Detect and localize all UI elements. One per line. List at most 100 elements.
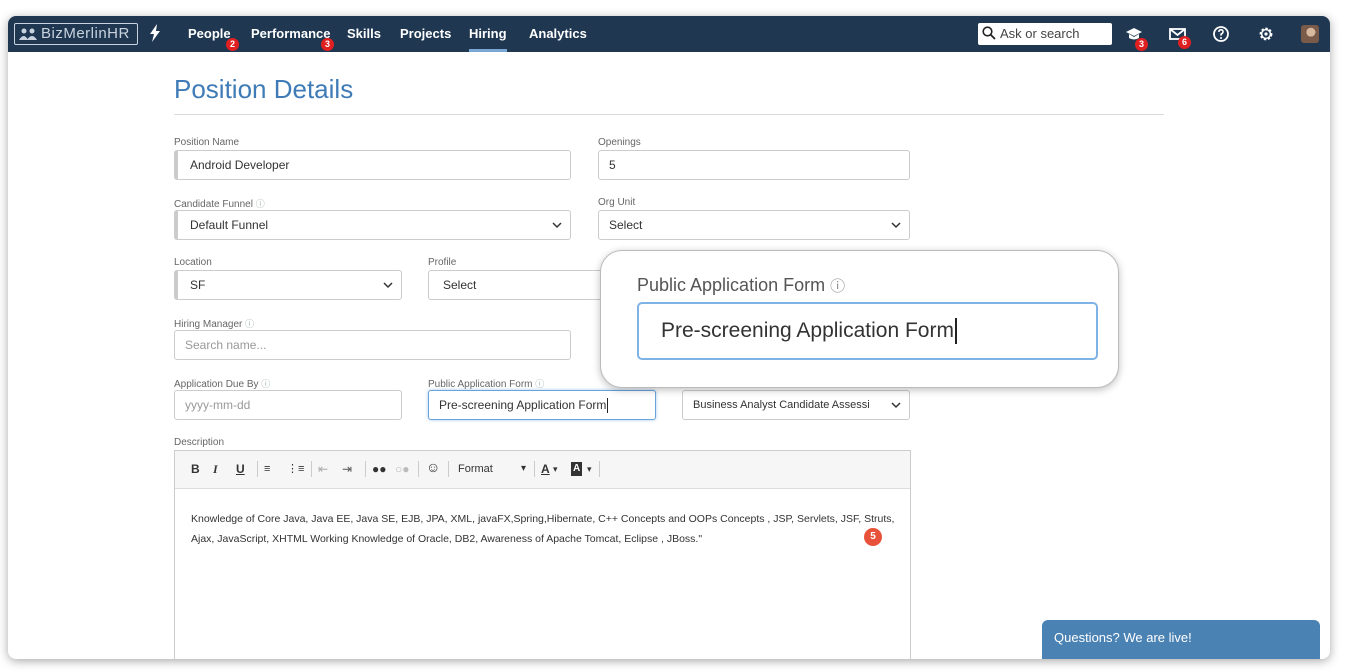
callout-field: Pre-screening Application Form: [637, 302, 1098, 360]
description-text[interactable]: Knowledge of Core Java, Java EE, Java SE…: [191, 509, 901, 549]
text-color-icon[interactable]: A: [541, 462, 550, 476]
step-marker: 5: [864, 528, 882, 546]
profile-value: Select: [443, 278, 477, 292]
chevron-down-icon: [552, 222, 562, 229]
top-navigation: BizMerlinHR People 2 Performance 3 Skill…: [8, 16, 1330, 52]
indent-icon[interactable]: ⇥: [342, 462, 352, 476]
candidate-funnel-label: Candidate Funnel ⓘ: [174, 197, 265, 210]
logo-text: BizMerlinHR: [41, 25, 130, 42]
hiring-manager-input[interactable]: Search name...: [174, 330, 571, 360]
description-label: Description: [174, 437, 225, 448]
lightning-icon[interactable]: [149, 24, 161, 42]
performance-badge: 3: [321, 38, 334, 51]
nav-projects[interactable]: Projects: [400, 16, 451, 52]
position-name-input[interactable]: Android Developer: [174, 150, 571, 180]
nav-hiring[interactable]: Hiring: [469, 16, 507, 52]
assessment-value: Business Analyst Candidate Assessi: [693, 399, 870, 411]
underline-button[interactable]: U: [236, 462, 245, 476]
help-icon[interactable]: ⓘ: [261, 379, 270, 389]
search-placeholder: Ask or search: [1000, 26, 1080, 41]
bold-button[interactable]: B: [191, 462, 200, 476]
candidate-funnel-select[interactable]: Default Funnel: [174, 210, 571, 240]
callout-label-text: Public Application Form: [637, 275, 826, 295]
location-value: SF: [190, 278, 206, 292]
help-icon[interactable]: [1212, 25, 1230, 43]
org-unit-select[interactable]: Select: [598, 210, 910, 240]
background-color-icon[interactable]: A: [571, 462, 583, 476]
chevron-down-icon: [383, 282, 393, 289]
nav-skills[interactable]: Skills: [347, 16, 381, 52]
emoji-icon[interactable]: ☺: [426, 460, 440, 474]
nav-people-label: People: [188, 26, 231, 41]
unlink-icon[interactable]: ○●: [395, 462, 410, 476]
logo[interactable]: BizMerlinHR: [14, 23, 138, 45]
help-icon[interactable]: ⓘ: [535, 379, 544, 389]
toolbar-divider: [418, 461, 419, 477]
zoom-callout: Public Application Form ⓘ Pre-screening …: [600, 250, 1119, 388]
public-form-label: Public Application Form ⓘ: [428, 377, 544, 390]
toolbar-divider: [534, 461, 535, 477]
help-icon[interactable]: ⓘ: [245, 319, 254, 329]
location-select[interactable]: SF: [174, 270, 402, 300]
format-label: Format: [458, 463, 493, 475]
openings-input[interactable]: 5: [598, 150, 910, 180]
public-form-value: Pre-screening Application Form: [439, 398, 607, 412]
nav-people[interactable]: People: [188, 16, 231, 52]
nav-analytics[interactable]: Analytics: [529, 16, 587, 52]
position-name-value: Android Developer: [190, 158, 290, 172]
application-due-date-input[interactable]: yyyy-mm-dd: [174, 390, 402, 420]
text-caret: [954, 318, 957, 345]
openings-value: 5: [609, 158, 616, 172]
candidate-funnel-value: Default Funnel: [190, 218, 269, 232]
callout-label: Public Application Form ⓘ: [637, 275, 845, 296]
editor-toolbar: B I U ≡ ⋮≡ ⇤ ⇥ ●● ○● ☺ Format ▾ A ▾ A ▾: [175, 451, 910, 489]
format-dropdown[interactable]: Format: [458, 462, 493, 476]
assessment-select[interactable]: Business Analyst Candidate Assessi: [682, 390, 910, 420]
nav-performance[interactable]: Performance: [251, 16, 330, 52]
nav-hiring-label: Hiring: [469, 26, 507, 41]
nav-performance-label: Performance: [251, 26, 331, 41]
text-caret: [607, 398, 609, 414]
italic-button[interactable]: I: [213, 462, 218, 476]
app-window: BizMerlinHR People 2 Performance 3 Skill…: [8, 16, 1330, 659]
bulleted-list-icon[interactable]: ⋮≡: [287, 462, 304, 476]
text-color-chevron-icon[interactable]: ▾: [553, 462, 558, 476]
nav-analytics-label: Analytics: [529, 26, 587, 41]
people-logo-icon: [19, 28, 37, 40]
user-avatar[interactable]: [1301, 25, 1319, 43]
people-badge: 2: [226, 38, 239, 51]
description-editor: B I U ≡ ⋮≡ ⇤ ⇥ ●● ○● ☺ Format ▾ A ▾ A ▾: [174, 450, 911, 659]
application-due-label-text: Application Due By: [174, 379, 259, 390]
gear-icon[interactable]: [1257, 25, 1275, 43]
title-divider: [174, 114, 1164, 115]
toolbar-divider: [448, 461, 449, 477]
format-chevron-icon[interactable]: ▾: [521, 462, 526, 476]
search-input[interactable]: Ask or search: [978, 23, 1112, 45]
hiring-manager-placeholder: Search name...: [185, 338, 267, 352]
nav-projects-label: Projects: [400, 26, 452, 41]
hiring-manager-label: Hiring Manager ⓘ: [174, 317, 254, 330]
application-due-placeholder: yyyy-mm-dd: [185, 398, 251, 412]
numbered-list-icon[interactable]: ≡: [264, 462, 270, 476]
position-name-label: Position Name: [174, 137, 240, 148]
openings-label: Openings: [598, 137, 641, 148]
link-icon[interactable]: ●●: [372, 462, 387, 476]
search-icon: [982, 26, 996, 40]
toolbar-divider: [311, 461, 312, 477]
chevron-down-icon: [891, 402, 901, 409]
learning-badge: 3: [1135, 38, 1148, 51]
help-icon: ⓘ: [830, 278, 846, 295]
help-icon[interactable]: ⓘ: [256, 199, 265, 209]
chevron-down-icon: [891, 222, 901, 229]
candidate-funnel-label-text: Candidate Funnel: [174, 199, 253, 210]
toolbar-divider: [599, 461, 600, 477]
outdent-icon[interactable]: ⇤: [318, 462, 328, 476]
public-form-label-text: Public Application Form: [428, 379, 533, 390]
public-application-form-input[interactable]: Pre-screening Application Form: [428, 390, 656, 420]
background-color-chevron-icon[interactable]: ▾: [587, 462, 592, 476]
callout-value: Pre-screening Application Form: [661, 319, 954, 342]
live-chat-button[interactable]: Questions? We are live!: [1042, 620, 1320, 659]
toolbar-divider: [365, 461, 366, 477]
org-unit-label: Org Unit: [598, 197, 636, 208]
location-label: Location: [174, 257, 212, 268]
